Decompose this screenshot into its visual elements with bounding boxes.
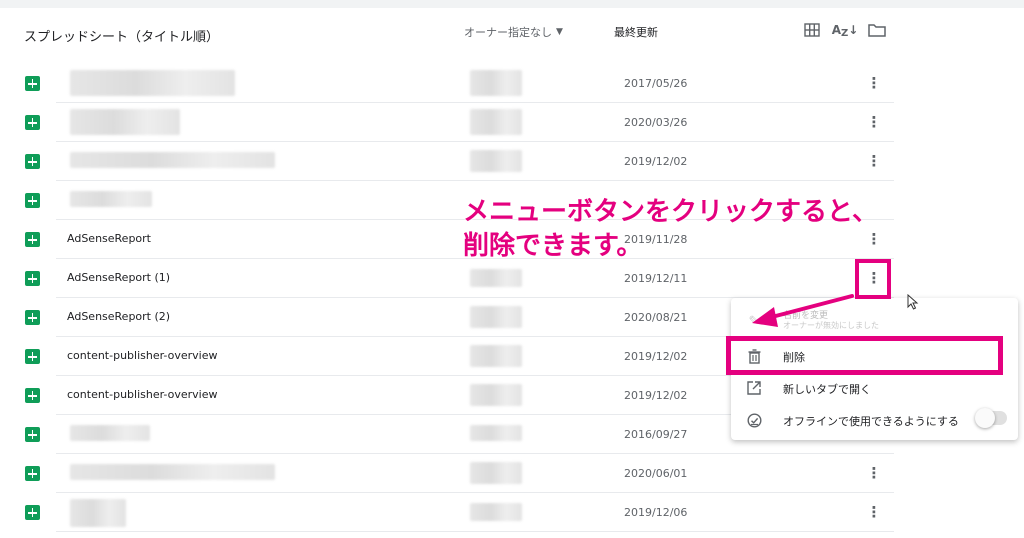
more-vert-icon[interactable]: ⋮: [866, 461, 882, 485]
sheets-file-icon: [25, 427, 40, 442]
toggle-knob: [975, 408, 995, 428]
mouse-cursor-icon: [907, 294, 919, 310]
edit-icon: ✎: [748, 313, 760, 329]
file-row[interactable]: 2017/05/26 ⋮: [0, 64, 900, 103]
sheets-file-icon: [25, 115, 40, 130]
sheets-file-icon: [25, 193, 40, 208]
file-date: 2020/08/21: [624, 311, 688, 324]
blurred-owner: [470, 462, 522, 484]
owner-filter-dropdown[interactable]: オーナー指定なし ▼: [464, 24, 563, 40]
owner-filter-label: オーナー指定なし: [464, 26, 552, 39]
blurred-name: [70, 109, 180, 135]
more-vert-icon[interactable]: ⋮: [866, 110, 882, 134]
blurred-owner: [470, 306, 522, 328]
blurred-name: [70, 70, 235, 96]
sheets-file-icon: [25, 232, 40, 247]
more-vert-icon[interactable]: ⋮: [866, 71, 882, 95]
offline-toggle[interactable]: [975, 408, 1007, 428]
blurred-owner: [470, 384, 522, 406]
blurred-owner: [470, 503, 522, 521]
file-date: 2020/06/01: [624, 467, 688, 480]
list-title: スプレッドシート（タイトル順）: [24, 30, 220, 45]
sheets-file-icon: [25, 271, 40, 286]
top-bar: [0, 0, 1024, 8]
highlight-menu-button: [855, 259, 891, 299]
file-row[interactable]: 2020/06/01 ⋮: [0, 454, 900, 493]
file-name: content-publisher-overview: [67, 388, 218, 401]
file-date: 2019/12/02: [624, 155, 688, 168]
blurred-name: [70, 499, 126, 527]
file-date: 2017/05/26: [624, 77, 688, 90]
offline-label: オフラインで使用できるようにする: [783, 415, 959, 428]
file-row[interactable]: AdSenseReport (1) 2019/12/11 ⋮: [0, 259, 900, 298]
blurred-name: [70, 425, 150, 441]
menu-item-rename: ✎ 名前を変更 オーナーが無効にしました: [731, 305, 1018, 337]
list-header: スプレッドシート（タイトル順） オーナー指定なし ▼ 最終更新 A Z ↓: [0, 8, 1024, 58]
file-date: 2019/12/11: [624, 272, 688, 285]
file-name: AdSenseReport (1): [67, 271, 171, 284]
sheets-file-icon: [25, 76, 40, 91]
grid-icon[interactable]: [801, 20, 823, 40]
blurred-owner: [470, 345, 522, 367]
blurred-name: [70, 464, 275, 480]
blurred-owner: [470, 425, 522, 441]
sheets-file-icon: [25, 505, 40, 520]
file-date: 2019/12/02: [624, 389, 688, 402]
sheets-file-icon: [25, 310, 40, 325]
file-row[interactable]: 2019/12/06 ⋮: [0, 493, 900, 532]
highlight-delete-item: [726, 336, 1003, 375]
last-modified-sort[interactable]: 最終更新: [614, 24, 658, 40]
sheets-file-icon: [25, 349, 40, 364]
folder-icon[interactable]: [866, 20, 888, 40]
row-divider: [56, 531, 894, 532]
file-date: 2019/12/06: [624, 506, 688, 519]
file-row[interactable]: 2020/03/26 ⋮: [0, 103, 900, 142]
file-row[interactable]: 2019/12/02 ⋮: [0, 142, 900, 181]
file-date: 2020/03/26: [624, 116, 688, 129]
file-name: content-publisher-overview: [67, 349, 218, 362]
more-vert-icon[interactable]: ⋮: [866, 500, 882, 524]
open-new-tab-label: 新しいタブで開く: [783, 383, 871, 396]
annotation-line-1: メニューボタンをクリックすると、: [463, 197, 878, 227]
sheets-file-icon: [25, 154, 40, 169]
caret-down-icon: ▼: [556, 27, 563, 37]
blurred-owner: [470, 150, 522, 172]
file-date: 2019/12/02: [624, 350, 688, 363]
annotation-text: メニューボタンをクリックすると、 削除できます。: [463, 195, 878, 263]
blurred-name: [70, 191, 152, 207]
open-in-new-icon: [745, 379, 763, 397]
more-vert-icon[interactable]: ⋮: [866, 149, 882, 173]
file-name: AdSenseReport: [67, 232, 151, 245]
annotation-line-2: 削除できます。: [463, 231, 643, 261]
file-name: AdSenseReport (2): [67, 310, 171, 323]
sheets-file-icon: [25, 388, 40, 403]
blurred-owner: [470, 269, 522, 287]
sheets-file-icon: [25, 466, 40, 481]
blurred-owner: [470, 70, 522, 96]
file-date: 2016/09/27: [624, 428, 688, 441]
sort-az-icon[interactable]: A Z ↓: [832, 20, 859, 40]
menu-item-open-new-tab[interactable]: 新しいタブで開く: [731, 372, 1018, 404]
blurred-name: [70, 152, 275, 168]
blurred-owner: [470, 109, 522, 135]
rename-sublabel: オーナーが無効にしました: [783, 321, 879, 330]
offline-check-icon: [745, 411, 763, 429]
